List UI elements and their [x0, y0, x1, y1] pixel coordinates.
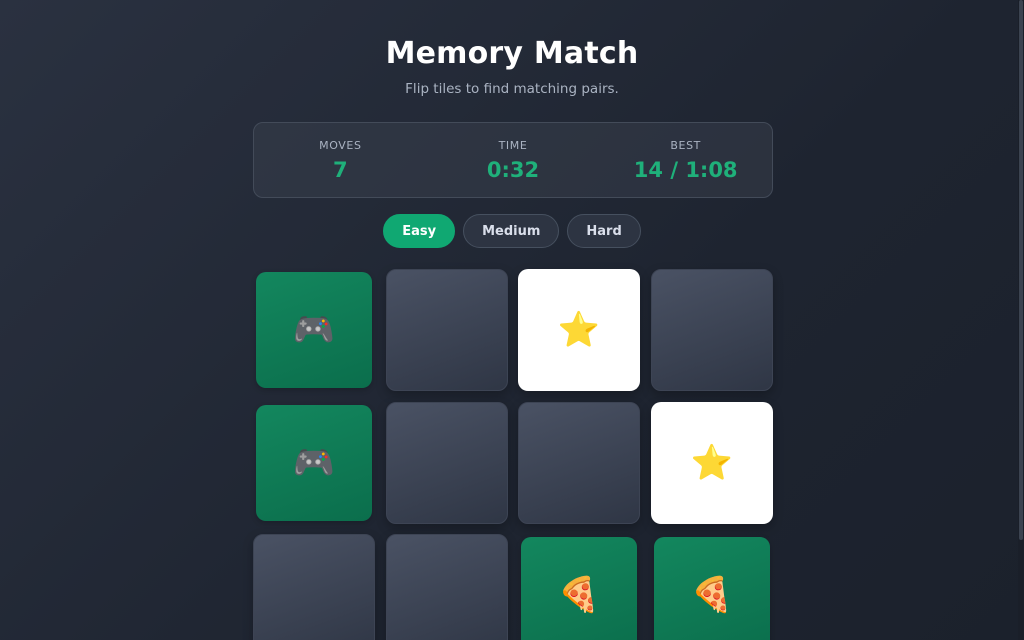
stat-time: TIME 0:32 — [427, 123, 600, 197]
stat-best-label: BEST — [670, 139, 701, 152]
stat-time-label: TIME — [498, 139, 528, 152]
game-controller-icon: 🎮 — [292, 310, 336, 350]
tile-r1-c4[interactable] — [651, 269, 773, 391]
stat-moves-value: 7 — [333, 158, 348, 182]
tile-r2-c3[interactable] — [518, 402, 640, 524]
page-subtitle: Flip tiles to find matching pairs. — [405, 81, 619, 97]
pizza-icon: 🍕 — [690, 575, 734, 615]
stat-moves: MOVES 7 — [254, 123, 427, 197]
tile-r3-c1[interactable] — [253, 534, 375, 640]
tile-r2-c2[interactable] — [386, 402, 508, 524]
stat-moves-label: MOVES — [319, 139, 362, 152]
stats-panel: MOVES 7 TIME 0:32 BEST 14 / 1:08 — [253, 122, 773, 198]
pizza-icon: 🍕 — [557, 575, 601, 615]
tile-r2-c1[interactable]: 🎮 — [256, 405, 372, 521]
tile-r3-c3[interactable]: 🍕 — [521, 537, 637, 640]
tile-r3-c4[interactable]: 🍕 — [654, 537, 770, 640]
tile-r1-c3[interactable]: ⭐ — [518, 269, 640, 391]
stat-time-value: 0:32 — [486, 158, 540, 182]
tile-r3-c2[interactable] — [386, 534, 508, 640]
difficulty-easy-button[interactable]: Easy — [383, 214, 456, 248]
stat-best-value: 14 / 1:08 — [633, 158, 738, 182]
difficulty-selector: Easy Medium Hard — [0, 214, 1024, 248]
stat-best: BEST 14 / 1:08 — [599, 123, 772, 197]
tile-r2-c4[interactable]: ⭐ — [651, 402, 773, 524]
tile-r1-c1[interactable]: 🎮 — [256, 272, 372, 388]
tile-r1-c2[interactable] — [386, 269, 508, 391]
difficulty-hard-button[interactable]: Hard — [567, 214, 641, 248]
star-icon: ⭐ — [557, 310, 601, 350]
difficulty-medium-button[interactable]: Medium — [463, 214, 560, 248]
game-board: 🎮 ⭐ 🎮 ⭐ 🍕 🍕 — [253, 269, 775, 640]
game-controller-icon: 🎮 — [292, 443, 336, 483]
star-icon: ⭐ — [690, 443, 734, 483]
page-title: Memory Match — [385, 36, 639, 71]
